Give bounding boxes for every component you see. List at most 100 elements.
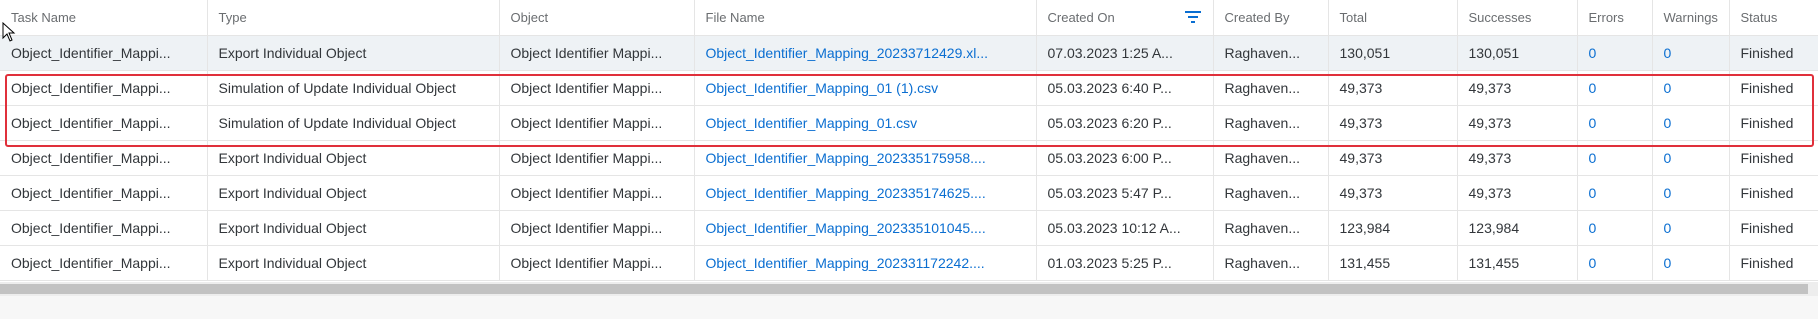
cell-object: Object Identifier Mappi...: [499, 35, 695, 71]
cell-total: 130,051: [1328, 35, 1458, 71]
warnings-count-link[interactable]: 0: [1652, 105, 1730, 141]
cell-created-on: 07.03.2023 1:25 A...: [1036, 35, 1214, 71]
import-tasks-table: Task Name Type Object File Name Created …: [0, 0, 1818, 281]
cell-successes: 49,373: [1457, 140, 1578, 176]
cell-object: Object Identifier Mappi...: [499, 70, 695, 106]
results-table-container: Task Name Type Object File Name Created …: [0, 0, 1818, 281]
cell-total: 49,373: [1328, 175, 1458, 211]
table-row[interactable]: Object_Identifier_Mappi... Export Indivi…: [0, 35, 1818, 71]
cell-object: Object Identifier Mappi...: [499, 245, 695, 281]
cell-status: Finished: [1729, 210, 1818, 246]
cell-status: Finished: [1729, 70, 1818, 106]
cell-type: Simulation of Update Individual Object: [207, 70, 500, 106]
table-row[interactable]: Object_Identifier_Mappi... Export Indivi…: [0, 245, 1818, 281]
column-header-task-name[interactable]: Task Name: [0, 0, 208, 36]
errors-count-link[interactable]: 0: [1577, 175, 1653, 211]
errors-count-link[interactable]: 0: [1577, 245, 1653, 281]
cell-task-name: Object_Identifier_Mappi...: [0, 70, 208, 106]
cell-type: Simulation of Update Individual Object: [207, 105, 500, 141]
errors-count-link[interactable]: 0: [1577, 140, 1653, 176]
cell-status: Finished: [1729, 140, 1818, 176]
cell-total: 49,373: [1328, 105, 1458, 141]
errors-count-link[interactable]: 0: [1577, 210, 1653, 246]
file-name-link[interactable]: Object_Identifier_Mapping_202335101045..…: [694, 210, 1037, 246]
horizontal-scrollbar[interactable]: [0, 282, 1818, 296]
cell-created-on: 01.03.2023 5:25 P...: [1036, 245, 1214, 281]
column-header-object[interactable]: Object: [499, 0, 695, 36]
column-header-type[interactable]: Type: [207, 0, 500, 36]
cell-successes: 49,373: [1457, 175, 1578, 211]
cell-created-on: 05.03.2023 6:40 P...: [1036, 70, 1214, 106]
cell-created-on: 05.03.2023 6:00 P...: [1036, 140, 1214, 176]
cell-total: 49,373: [1328, 140, 1458, 176]
file-name-link[interactable]: Object_Identifier_Mapping_202331172242..…: [694, 245, 1037, 281]
cell-task-name: Object_Identifier_Mappi...: [0, 210, 208, 246]
column-header-successes[interactable]: Successes: [1457, 0, 1578, 36]
cell-object: Object Identifier Mappi...: [499, 140, 695, 176]
cell-created-by: Raghaven...: [1213, 70, 1329, 106]
cell-type: Export Individual Object: [207, 245, 500, 281]
column-header-created-on[interactable]: Created On: [1036, 0, 1214, 36]
cell-type: Export Individual Object: [207, 140, 500, 176]
cell-created-on: 05.03.2023 5:47 P...: [1036, 175, 1214, 211]
file-name-link[interactable]: Object_Identifier_Mapping_20233712429.xl…: [694, 35, 1037, 71]
warnings-count-link[interactable]: 0: [1652, 245, 1730, 281]
file-name-link[interactable]: Object_Identifier_Mapping_01.csv: [694, 105, 1037, 141]
cell-total: 49,373: [1328, 70, 1458, 106]
file-name-link[interactable]: Object_Identifier_Mapping_01 (1).csv: [694, 70, 1037, 106]
table-header-row: Task Name Type Object File Name Created …: [0, 0, 1818, 36]
cell-created-by: Raghaven...: [1213, 245, 1329, 281]
cell-successes: 130,051: [1457, 35, 1578, 71]
column-header-file-name[interactable]: File Name: [694, 0, 1037, 36]
cell-type: Export Individual Object: [207, 175, 500, 211]
cell-object: Object Identifier Mappi...: [499, 105, 695, 141]
file-name-link[interactable]: Object_Identifier_Mapping_202335174625..…: [694, 175, 1037, 211]
file-name-link[interactable]: Object_Identifier_Mapping_202335175958..…: [694, 140, 1037, 176]
cell-task-name: Object_Identifier_Mappi...: [0, 35, 208, 71]
column-header-created-by[interactable]: Created By: [1213, 0, 1329, 36]
cell-created-by: Raghaven...: [1213, 35, 1329, 71]
scrollbar-thumb[interactable]: [0, 284, 1808, 294]
cell-created-on: 05.03.2023 10:12 A...: [1036, 210, 1214, 246]
column-header-warnings[interactable]: Warnings: [1652, 0, 1730, 36]
cell-successes: 49,373: [1457, 70, 1578, 106]
table-row[interactable]: Object_Identifier_Mappi... Export Indivi…: [0, 210, 1818, 246]
cell-total: 131,455: [1328, 245, 1458, 281]
cell-created-by: Raghaven...: [1213, 105, 1329, 141]
cell-type: Export Individual Object: [207, 35, 500, 71]
column-header-errors[interactable]: Errors: [1577, 0, 1653, 36]
cell-task-name: Object_Identifier_Mappi...: [0, 105, 208, 141]
cell-object: Object Identifier Mappi...: [499, 210, 695, 246]
cell-task-name: Object_Identifier_Mappi...: [0, 245, 208, 281]
cell-successes: 123,984: [1457, 210, 1578, 246]
cell-created-on: 05.03.2023 6:20 P...: [1036, 105, 1214, 141]
errors-count-link[interactable]: 0: [1577, 70, 1653, 106]
warnings-count-link[interactable]: 0: [1652, 35, 1730, 71]
cell-created-by: Raghaven...: [1213, 175, 1329, 211]
cell-successes: 49,373: [1457, 105, 1578, 141]
column-header-total[interactable]: Total: [1328, 0, 1458, 36]
warnings-count-link[interactable]: 0: [1652, 175, 1730, 211]
table-footer-area: [0, 296, 1818, 319]
warnings-count-link[interactable]: 0: [1652, 140, 1730, 176]
errors-count-link[interactable]: 0: [1577, 105, 1653, 141]
table-row[interactable]: Object_Identifier_Mappi... Simulation of…: [0, 70, 1818, 106]
cell-type: Export Individual Object: [207, 210, 500, 246]
table-row[interactable]: Object_Identifier_Mappi... Export Indivi…: [0, 175, 1818, 211]
column-header-created-on-label: Created On: [1047, 9, 1115, 25]
table-row[interactable]: Object_Identifier_Mappi... Simulation of…: [0, 105, 1818, 141]
errors-count-link[interactable]: 0: [1577, 35, 1653, 71]
cell-task-name: Object_Identifier_Mappi...: [0, 175, 208, 211]
column-header-status[interactable]: Status: [1729, 0, 1818, 36]
cell-status: Finished: [1729, 105, 1818, 141]
warnings-count-link[interactable]: 0: [1652, 210, 1730, 246]
cell-status: Finished: [1729, 175, 1818, 211]
cell-task-name: Object_Identifier_Mappi...: [0, 140, 208, 176]
cell-total: 123,984: [1328, 210, 1458, 246]
filter-icon[interactable]: [1184, 11, 1201, 23]
warnings-count-link[interactable]: 0: [1652, 70, 1730, 106]
cell-object: Object Identifier Mappi...: [499, 175, 695, 211]
table-row[interactable]: Object_Identifier_Mappi... Export Indivi…: [0, 140, 1818, 176]
mouse-cursor-icon: [2, 22, 16, 42]
cell-created-by: Raghaven...: [1213, 140, 1329, 176]
